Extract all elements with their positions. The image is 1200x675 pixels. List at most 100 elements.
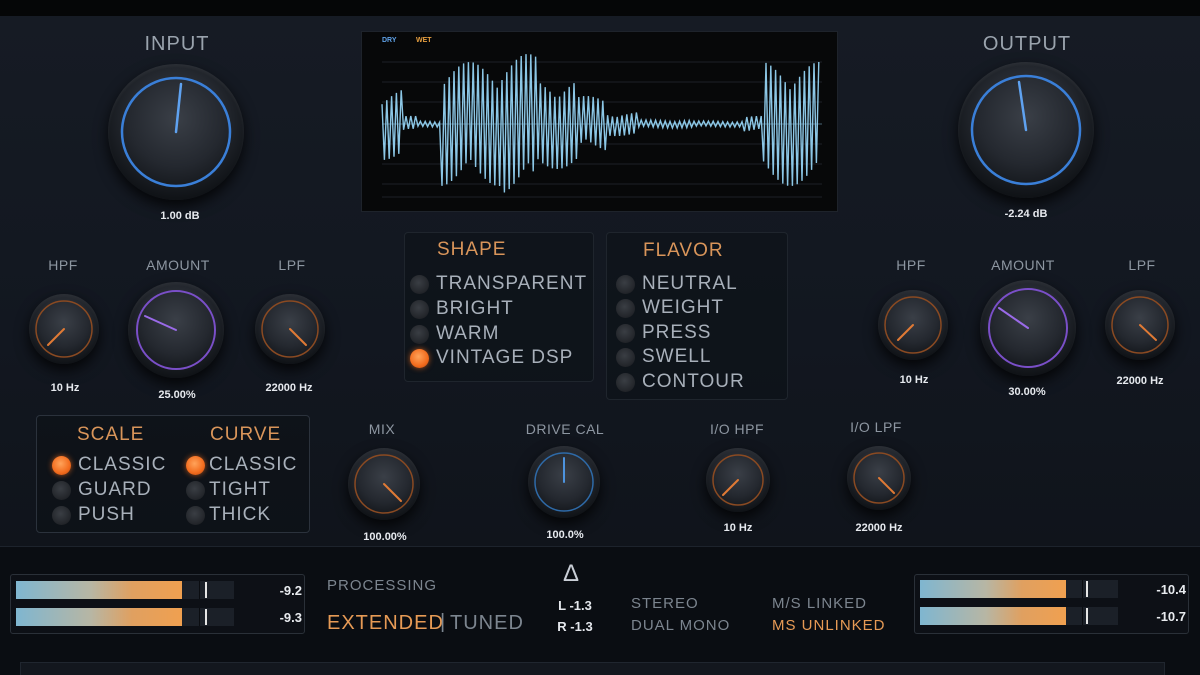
meter-fill xyxy=(920,580,1066,598)
meter-separator xyxy=(199,581,200,599)
option-label: GUARD xyxy=(78,479,152,500)
io-lpf-label: I/O LPF xyxy=(850,419,902,435)
shape-option-bright[interactable]: BRIGHT xyxy=(410,298,514,320)
option-label: PUSH xyxy=(78,504,135,525)
stereo-option[interactable]: STEREO xyxy=(631,595,699,612)
option-label: TIGHT xyxy=(209,479,271,500)
scale-option-push[interactable]: PUSH xyxy=(52,504,135,526)
dual-mono-option[interactable]: DUAL MONO xyxy=(631,617,730,634)
waveform-display xyxy=(381,54,822,198)
radio-dot xyxy=(616,323,635,343)
right-hpf-knob[interactable] xyxy=(878,290,948,360)
io-hpf-label: I/O HPF xyxy=(709,421,765,437)
option-label: CLASSIC xyxy=(78,454,167,475)
right-lpf-value: 22000 Hz xyxy=(1116,375,1164,387)
left-lpf-value: 22000 Hz xyxy=(265,382,313,394)
output-value: -2.24 dB xyxy=(1004,208,1048,220)
right-amount-value: 30.00% xyxy=(1008,386,1046,398)
radio-dot xyxy=(616,274,635,294)
io-hpf-knob[interactable] xyxy=(706,448,770,512)
option-label: VINTAGE DSP xyxy=(436,347,574,368)
shape-option-transparent[interactable]: TRANSPARENT xyxy=(410,273,587,295)
bottom-strip xyxy=(20,662,1165,675)
option-label: BRIGHT xyxy=(436,298,514,319)
option-label: WEIGHT xyxy=(642,297,724,318)
io-lpf-knob[interactable] xyxy=(847,446,911,510)
radio-dot xyxy=(186,480,205,500)
delta-icon[interactable]: Δ xyxy=(556,560,586,588)
option-label: THICK xyxy=(209,504,271,525)
output-knob[interactable] xyxy=(958,62,1094,198)
curve-option-thick[interactable]: THICK xyxy=(186,504,271,526)
processing-extended[interactable]: EXTENDED xyxy=(327,612,444,635)
option-label: NEUTRAL xyxy=(642,273,738,294)
option-label: SWELL xyxy=(642,346,712,367)
right-lpf-knob[interactable] xyxy=(1105,290,1175,360)
output-meter-bottom xyxy=(920,607,1118,625)
left-lpf-label: LPF xyxy=(278,257,306,273)
output-meter-top-value: -10.4 xyxy=(1156,582,1186,597)
io-lpf-value: 22000 Hz xyxy=(855,522,903,534)
input-value: 1.00 dB xyxy=(160,210,200,222)
input-knob[interactable] xyxy=(108,64,244,200)
radio-dot-selected xyxy=(410,348,429,368)
shape-option-warm[interactable]: WARM xyxy=(410,323,499,345)
meter-separator xyxy=(199,608,200,626)
meter-peak xyxy=(1086,581,1088,597)
left-amount-value: 25.00% xyxy=(158,389,196,401)
scale-option-guard[interactable]: GUARD xyxy=(52,479,152,501)
meter-fill xyxy=(920,607,1066,625)
left-hpf-knob[interactable] xyxy=(29,294,99,364)
mix-label: MIX xyxy=(368,421,396,437)
drive-cal-value: 100.0% xyxy=(546,529,584,541)
option-label: WARM xyxy=(436,323,500,344)
mix-knob[interactable] xyxy=(348,448,420,520)
option-label: CONTOUR xyxy=(642,371,745,392)
left-hpf-value: 10 Hz xyxy=(50,382,80,394)
flavor-option-contour[interactable]: CONTOUR xyxy=(616,371,745,393)
top-bar xyxy=(0,0,1200,16)
radio-dot xyxy=(410,324,429,344)
left-amount-label: AMOUNT xyxy=(146,257,210,273)
processing-separator: | xyxy=(440,611,447,633)
drive-cal-knob[interactable] xyxy=(528,446,600,518)
left-hpf-label: HPF xyxy=(48,257,78,273)
flavor-option-press[interactable]: PRESS xyxy=(616,322,711,344)
radio-dot xyxy=(616,298,635,318)
radio-dot xyxy=(52,505,71,525)
output-label: OUTPUT xyxy=(982,33,1072,55)
input-meter-bottom-value: -9.3 xyxy=(279,610,302,625)
left-amount-knob[interactable] xyxy=(128,282,224,378)
right-amount-label: AMOUNT xyxy=(991,257,1055,273)
delta-left-value: L -1.3 xyxy=(558,598,592,613)
shape-title: SHAPE xyxy=(437,239,507,260)
input-meter-top-value: -9.2 xyxy=(279,583,302,598)
flavor-option-neutral[interactable]: NEUTRAL xyxy=(616,273,738,295)
flavor-option-swell[interactable]: SWELL xyxy=(616,346,711,368)
scale-option-classic[interactable]: CLASSIC xyxy=(52,454,166,476)
flavor-option-weight[interactable]: WEIGHT xyxy=(616,297,724,319)
io-hpf-value: 10 Hz xyxy=(723,522,753,534)
curve-option-tight[interactable]: TIGHT xyxy=(186,479,271,501)
flavor-title: FLAVOR xyxy=(643,240,724,261)
processing-label: PROCESSING xyxy=(327,577,438,594)
shape-option-vintage-dsp[interactable]: VINTAGE DSP xyxy=(410,347,573,369)
meter-fill xyxy=(16,581,182,599)
right-lpf-label: LPF xyxy=(1128,257,1156,273)
curve-option-classic[interactable]: CLASSIC xyxy=(186,454,297,476)
radio-dot xyxy=(616,347,635,367)
mix-value: 100.00% xyxy=(363,531,407,543)
waveform-scope: DRY WET xyxy=(361,31,838,212)
left-lpf-knob[interactable] xyxy=(255,294,325,364)
meter-separator xyxy=(1082,580,1083,598)
processing-tuned[interactable]: TUNED xyxy=(450,612,524,635)
right-amount-knob[interactable] xyxy=(980,280,1076,376)
right-hpf-label: HPF xyxy=(896,257,926,273)
drive-cal-label: DRIVE CAL xyxy=(525,421,605,437)
ms-linked-option[interactable]: M/S LINKED xyxy=(772,595,867,612)
radio-dot xyxy=(410,274,429,294)
delta-right-value: R -1.3 xyxy=(557,619,593,634)
ms-unlinked-option[interactable]: MS UNLINKED xyxy=(772,617,886,634)
meter-separator xyxy=(1082,607,1083,625)
scale-title: SCALE xyxy=(77,424,145,445)
